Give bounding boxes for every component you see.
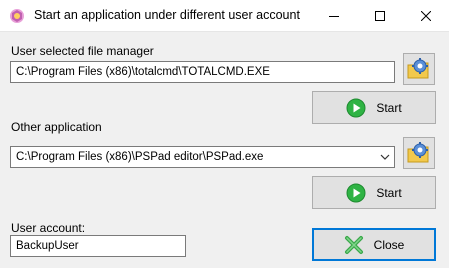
chevron-down-icon[interactable] <box>380 153 390 161</box>
close-window-button[interactable] <box>403 0 449 31</box>
file-manager-path-field[interactable]: C:\Program Files (x86)\totalcmd\TOTALCMD… <box>10 61 395 83</box>
user-account-field[interactable]: BackupUser <box>10 235 186 257</box>
window-title: Start an application under different use… <box>34 8 300 22</box>
app-icon <box>10 9 24 23</box>
other-app-path-text: C:\Program Files (x86)\PSPad editor\PSPa… <box>16 151 264 163</box>
file-manager-label: User selected file manager <box>11 44 154 58</box>
title-bar[interactable]: Start an application under different use… <box>0 0 449 32</box>
other-app-combobox[interactable]: C:\Program Files (x86)\PSPad editor\PSPa… <box>10 146 395 168</box>
start-label: Start <box>376 100 402 115</box>
minimize-button[interactable] <box>311 0 357 31</box>
close-x-icon <box>344 235 363 254</box>
play-icon <box>346 98 366 117</box>
user-account-text: BackupUser <box>16 240 79 252</box>
file-manager-path-text: C:\Program Files (x86)\totalcmd\TOTALCMD… <box>16 66 270 78</box>
maximize-icon <box>375 10 385 21</box>
close-icon <box>421 10 431 21</box>
other-app-settings-button[interactable] <box>403 137 435 169</box>
file-manager-settings-button[interactable] <box>403 53 435 85</box>
folder-gear-icon <box>407 58 429 79</box>
play-icon <box>346 183 366 202</box>
close-label: Close <box>373 237 405 252</box>
maximize-button[interactable] <box>357 0 403 31</box>
file-manager-start-button[interactable]: Start <box>312 91 436 124</box>
user-account-label: User account: <box>11 221 86 235</box>
close-button[interactable]: Close <box>312 228 436 261</box>
other-app-label: Other application <box>11 120 102 134</box>
start-label: Start <box>376 185 402 200</box>
folder-gear-icon <box>407 142 429 163</box>
other-app-start-button[interactable]: Start <box>312 176 436 209</box>
minimize-icon <box>329 15 339 17</box>
